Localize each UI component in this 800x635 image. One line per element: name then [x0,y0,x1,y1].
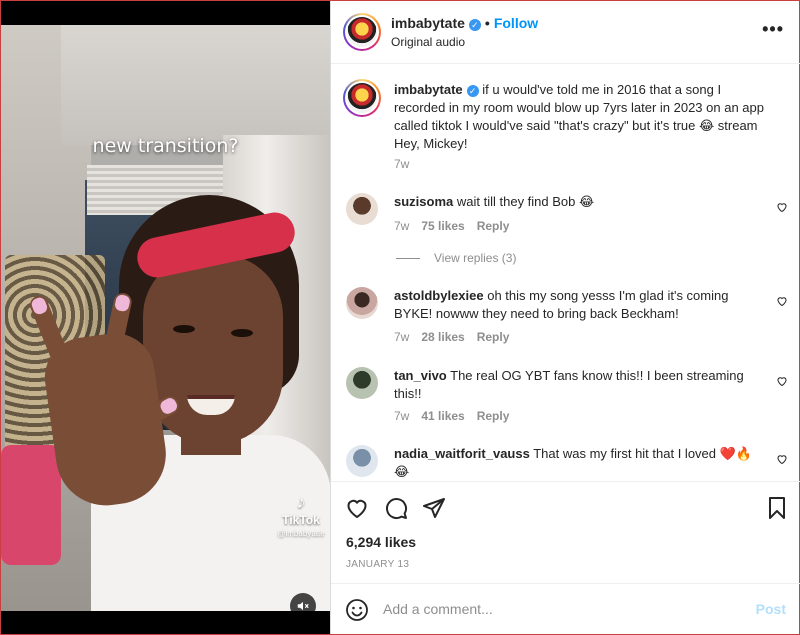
video-overlay-caption: new transition? [92,135,239,157]
speaker-muted-icon [297,601,309,611]
like-heart-icon[interactable] [345,496,369,520]
comment-username[interactable]: suzisoma [394,194,453,209]
view-replies-label: View replies (3) [434,251,517,265]
avatar-image [347,17,377,47]
author-username[interactable]: imbabytate [391,15,465,31]
tiktok-watermark: ♪ TikTok @imbabytate [271,493,330,538]
comment-likes[interactable]: 28 likes [421,330,464,344]
avatar-image [347,83,377,113]
like-comment-heart-icon[interactable] [776,295,788,307]
tiktok-brand: TikTok [282,513,320,527]
caption-text-block: imbabytate ✓ if u would've told me in 201… [394,81,774,153]
commenter-avatar[interactable] [346,193,378,225]
comment-bubble-icon[interactable] [384,496,408,520]
reply-button[interactable]: Reply [477,219,510,233]
comment-time[interactable]: 7w [394,409,409,423]
like-comment-heart-icon[interactable] [776,375,788,387]
verified-badge-icon: ✓ [468,19,481,31]
comment-likes[interactable]: 75 likes [421,219,464,233]
replies-line [396,257,420,259]
separator-dot: • [484,15,490,31]
like-comment-heart-icon[interactable] [776,201,788,213]
post-comment-button[interactable]: Post [756,601,786,617]
comment-text-block: tan_vivo The real OG YBT fans know this!… [394,367,764,403]
verified-badge-icon: ✓ [466,85,479,97]
caption-username[interactable]: imbabytate [394,82,463,97]
post-date[interactable]: JANUARY 13 [346,559,409,570]
emoji-smiley-icon[interactable] [345,598,369,622]
video-ceiling [61,25,330,145]
comment-meta: 7w 41 likes Reply [394,409,521,423]
caption-time[interactable]: 7w [394,157,409,171]
caption-avatar[interactable] [343,79,381,117]
comment-text-block: nadia_waitforit_vauss That was my first … [394,445,764,479]
tiktok-username: @imbabytate [277,529,325,538]
likes-count[interactable]: 6,294 likes [346,534,416,550]
post-header: imbabytate ✓ • Follow Original audio ••• [331,1,800,64]
save-bookmark-icon[interactable] [765,496,789,520]
follow-button[interactable]: Follow [494,15,538,31]
commenter-avatar[interactable] [346,367,378,399]
comment-time[interactable]: 7w [394,219,409,233]
smile [187,395,235,415]
comment-text: The real OG YBT fans know this!! I been … [394,368,744,401]
comment-meta: 7w 28 likes Reply [394,330,521,344]
media-panel: new transition? ♪ TikTok @imbabytate [1,1,330,634]
nail [113,293,131,313]
reply-button[interactable]: Reply [477,330,510,344]
comments-section[interactable]: imbabytate ✓ if u would've told me in 201… [331,65,800,479]
post-actions: 6,294 likes JANUARY 13 [331,481,800,581]
nail [29,295,49,316]
like-comment-heart-icon[interactable] [776,453,788,465]
comment-composer: Post [331,583,800,634]
author-avatar[interactable] [343,13,381,51]
view-replies-button[interactable]: View replies (3) [396,251,516,265]
comment-text-block: suzisoma wait till they find Bob 😂 [394,193,764,211]
caption-meta: 7w [394,157,421,171]
video-person [27,195,330,611]
left-eye [173,325,195,333]
comment-input[interactable] [383,598,723,620]
right-eye [231,329,253,337]
video-chair [1,445,61,565]
reply-button[interactable]: Reply [477,409,510,423]
commenter-avatar[interactable] [346,445,378,477]
share-paper-plane-icon[interactable] [422,496,446,520]
author-line: imbabytate ✓ • Follow [391,15,538,31]
audio-link[interactable]: Original audio [391,35,465,49]
comment-meta: 7w 75 likes Reply [394,219,521,233]
post-panel: imbabytate ✓ • Follow Original audio ••• im… [330,1,800,634]
video-player[interactable]: new transition? ♪ TikTok @imbabytate [1,25,330,611]
comment-username[interactable]: nadia_waitforit_vauss [394,446,530,461]
comment-username[interactable]: astoldbylexiee [394,288,484,303]
comment-text-block: astoldbylexiee oh this my song yesss I'm… [394,287,764,323]
tiktok-icon: ♪ [296,492,306,512]
commenter-avatar[interactable] [346,287,378,319]
more-options-icon[interactable]: ••• [762,19,784,40]
comment-text: wait till they find Bob 😂 [456,194,595,209]
comment-time[interactable]: 7w [394,330,409,344]
comment-likes[interactable]: 41 likes [421,409,464,423]
comment-username[interactable]: tan_vivo [394,368,447,383]
